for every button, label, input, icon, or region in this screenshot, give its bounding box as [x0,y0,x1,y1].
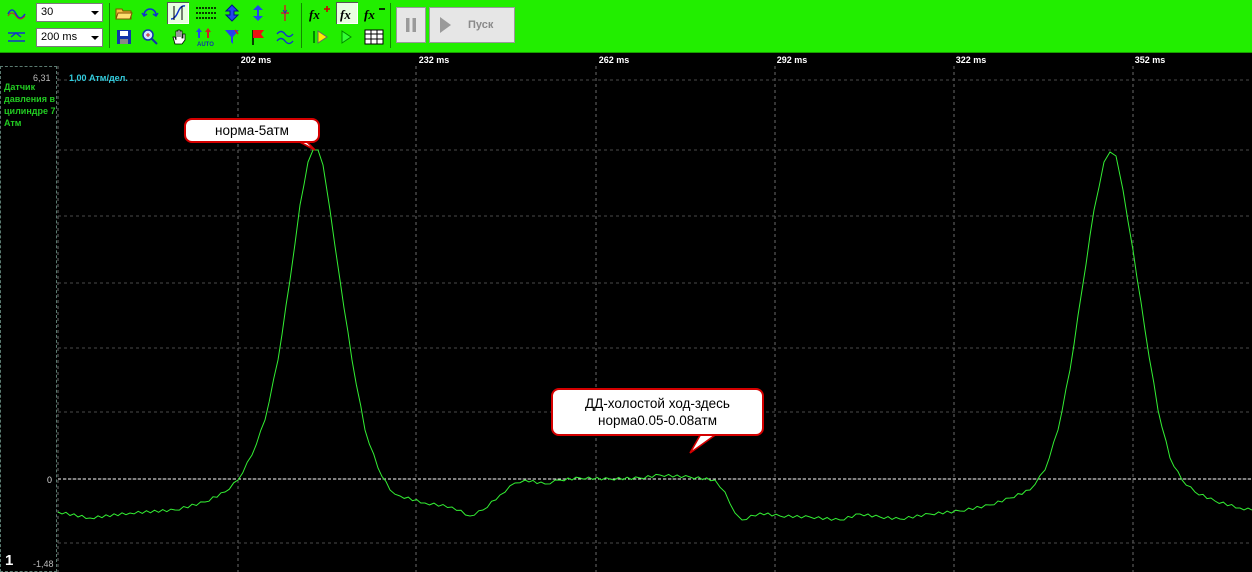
loop-icon[interactable] [140,3,160,23]
chevron-down-icon [91,36,99,40]
time-label: 262 ms [598,55,630,65]
time-label: 292 ms [776,55,808,65]
annotation-peak: норма-5атм [184,118,320,143]
play-icon[interactable] [336,27,356,47]
marker-icon[interactable] [275,3,295,23]
trigger-wave-icon[interactable] [7,27,27,47]
cursor-mode-icon[interactable] [167,2,189,24]
chevron-down-icon [91,11,99,15]
svg-text:fx: fx [340,7,351,22]
open-folder-icon[interactable] [114,3,134,23]
signal-trace [57,149,1252,521]
toolbar-separator [109,3,110,48]
annotation-idle-line1: ДД-холостой ход-здесь [585,396,730,411]
toolbar-separator [390,3,391,48]
grid-table-icon[interactable] [363,27,385,47]
start-button[interactable]: Пуск [429,7,515,43]
fx-add-icon[interactable]: fx [308,3,332,23]
start-label: Пуск [468,19,494,31]
annotation-idle: ДД-холостой ход-здесь норма0.05-0.08атм [551,388,764,436]
fx-icon[interactable]: fx [336,2,358,24]
toolbar-separator [301,3,302,48]
time-label: 322 ms [955,55,987,65]
lines-icon[interactable] [195,3,217,23]
play-icon [440,17,451,33]
pause-button[interactable] [396,7,426,43]
sine-wave-icon[interactable] [7,4,27,24]
y-zero-label: 0 [47,475,53,485]
svg-text:fx: fx [364,7,375,22]
expand-vertical-icon[interactable] [222,3,242,23]
zoom-icon[interactable] [140,27,160,47]
channel-name: Датчик давления в цилиндре 7 Атм [4,82,56,128]
play-step-icon[interactable] [310,27,330,47]
scale-label: 1,00 Атм/дел. [69,73,128,83]
y-max-label: 6,31 [33,73,51,83]
svg-text:fx: fx [309,7,320,22]
filter-icon[interactable] [222,27,242,47]
time-label: 202 ms [240,55,272,65]
fx-remove-icon[interactable]: fx [363,3,387,23]
move-updown-icon[interactable] [248,3,268,23]
toolbar: 30 200 ms AUTO fx fx fx Пуск [0,0,1252,53]
flag-icon[interactable] [248,27,268,47]
channel-number: 1 [5,552,14,569]
svg-text:AUTO: AUTO [197,42,214,48]
timebase-value: 200 ms [41,31,78,43]
time-label: 352 ms [1134,55,1166,65]
hand-icon[interactable] [168,27,188,47]
sweep-value: 30 [41,6,54,18]
y-min-label: -1,48 [33,559,54,569]
annotation-peak-text: норма-5атм [215,123,289,138]
time-label: 232 ms [418,55,450,65]
annotation-idle-line2: норма0.05-0.08атм [598,413,717,428]
save-icon[interactable] [114,27,134,47]
timebase-select[interactable]: 200 ms [36,28,103,47]
pause-icon [406,18,416,32]
wave-compress-icon[interactable] [275,27,295,47]
channel-axis-panel[interactable] [0,66,57,572]
auto-scale-icon[interactable]: AUTO [195,26,217,48]
sweep-select[interactable]: 30 [36,3,103,22]
